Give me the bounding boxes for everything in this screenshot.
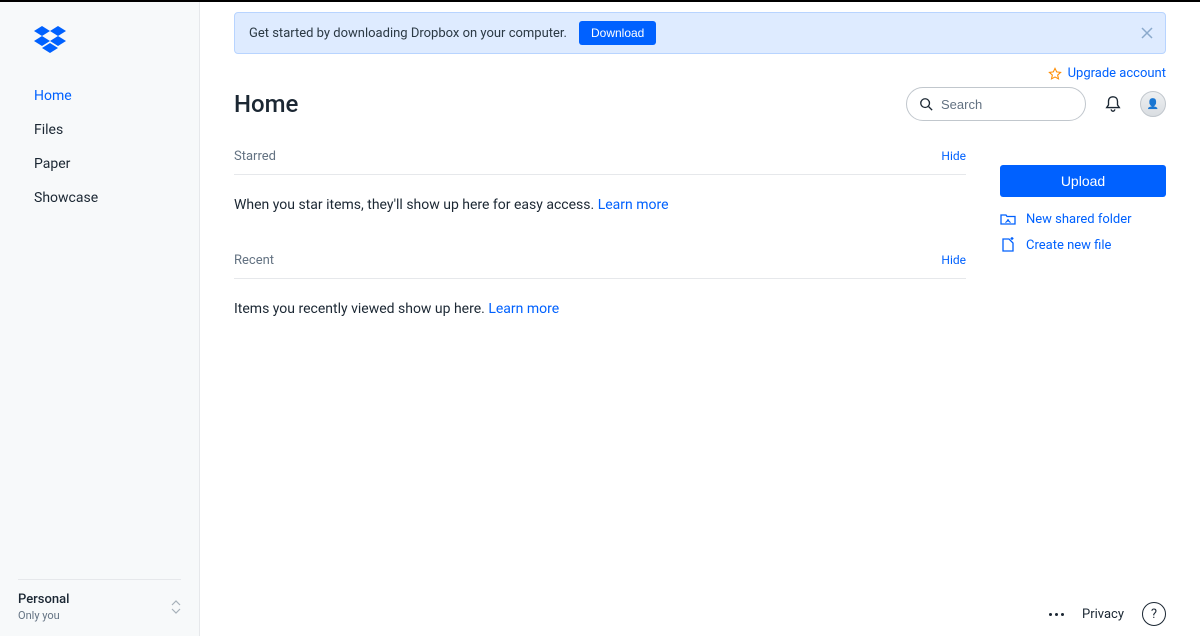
- sidebar-item-showcase[interactable]: Showcase: [0, 181, 199, 215]
- download-button[interactable]: Download: [579, 21, 656, 45]
- dropbox-icon: [34, 26, 66, 53]
- help-button[interactable]: ?: [1142, 602, 1166, 626]
- account-switcher[interactable]: Personal Only you: [18, 579, 181, 636]
- starred-title: Starred: [234, 149, 276, 164]
- recent-empty: Items you recently viewed show up here. …: [234, 279, 966, 357]
- sidebar-item-files[interactable]: Files: [0, 113, 199, 147]
- starred-empty-text: When you star items, they'll show up her…: [234, 197, 594, 213]
- account-name: Personal: [18, 592, 69, 607]
- main-content: Get started by downloading Dropbox on yo…: [200, 2, 1200, 636]
- upgrade-label: Upgrade account: [1068, 66, 1166, 81]
- upload-button[interactable]: Upload: [1000, 165, 1166, 197]
- create-new-file-link[interactable]: Create new file: [1000, 237, 1166, 253]
- logo[interactable]: [0, 2, 199, 75]
- shared-folder-icon: [1000, 211, 1016, 227]
- sidebar-item-home[interactable]: Home: [0, 79, 199, 113]
- avatar[interactable]: 👤: [1140, 91, 1166, 117]
- recent-learn-more-link[interactable]: Learn more: [488, 301, 559, 317]
- privacy-link[interactable]: Privacy: [1082, 607, 1124, 622]
- banner-text: Get started by downloading Dropbox on yo…: [249, 26, 567, 41]
- star-icon: [1048, 67, 1062, 81]
- close-icon[interactable]: [1139, 25, 1155, 41]
- shared-folder-label: New shared folder: [1026, 212, 1132, 227]
- page-title: Home: [234, 90, 298, 118]
- new-file-icon: [1000, 237, 1016, 253]
- sidebar: Home Files Paper Showcase Personal Only …: [0, 2, 200, 636]
- starred-hide-link[interactable]: Hide: [941, 149, 966, 163]
- download-banner: Get started by downloading Dropbox on yo…: [234, 12, 1166, 54]
- starred-empty: When you star items, they'll show up her…: [234, 175, 966, 253]
- new-file-label: Create new file: [1026, 238, 1111, 253]
- starred-learn-more-link[interactable]: Learn more: [598, 197, 669, 213]
- sidebar-item-paper[interactable]: Paper: [0, 147, 199, 181]
- starred-header: Starred Hide: [234, 149, 966, 175]
- recent-header: Recent Hide: [234, 253, 966, 279]
- search-box[interactable]: [906, 87, 1086, 121]
- chevron-updown-icon: [171, 600, 181, 614]
- sidebar-nav: Home Files Paper Showcase: [0, 75, 199, 215]
- search-icon: [919, 97, 933, 111]
- upgrade-account-link[interactable]: Upgrade account: [234, 66, 1166, 81]
- account-subtitle: Only you: [18, 609, 69, 622]
- search-input[interactable]: [941, 97, 1073, 112]
- recent-hide-link[interactable]: Hide: [941, 253, 966, 267]
- recent-title: Recent: [234, 253, 274, 268]
- more-menu[interactable]: [1049, 613, 1064, 616]
- new-shared-folder-link[interactable]: New shared folder: [1000, 211, 1166, 227]
- bell-icon[interactable]: [1104, 95, 1122, 113]
- recent-empty-text: Items you recently viewed show up here.: [234, 301, 485, 317]
